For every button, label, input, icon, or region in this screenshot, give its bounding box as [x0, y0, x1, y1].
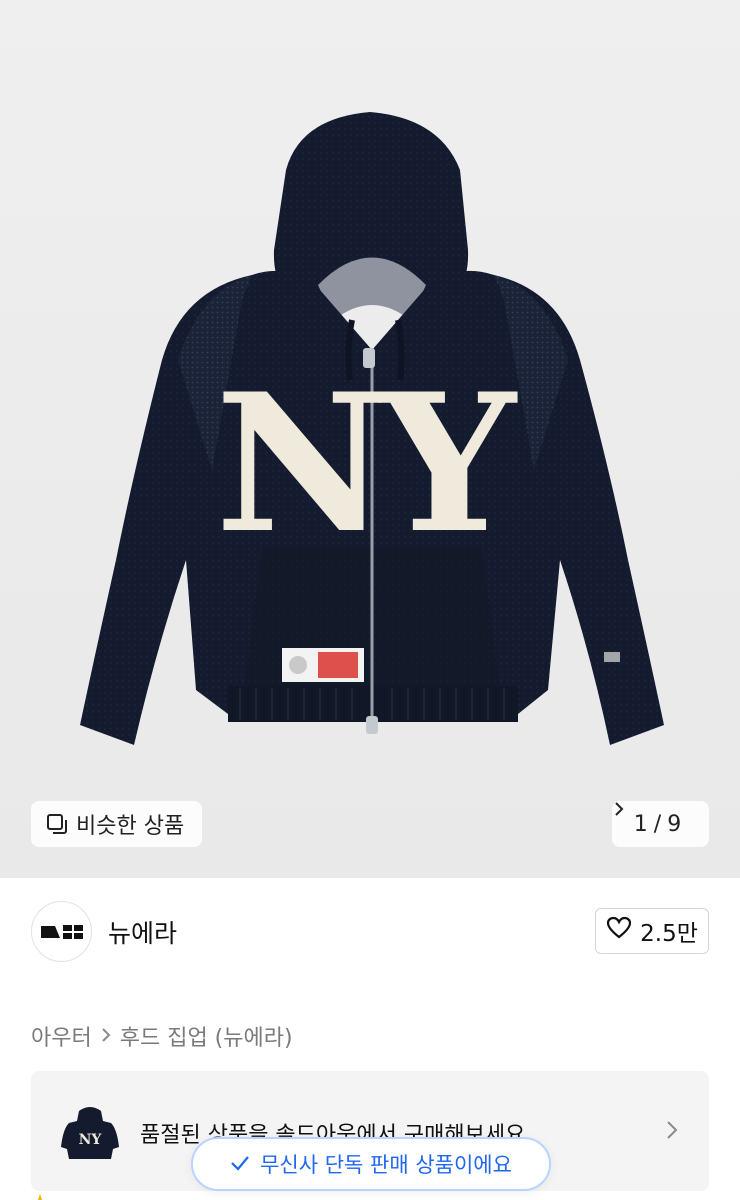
similar-items-icon [46, 813, 68, 835]
brand-row: 뉴에라 2.5만 [0, 878, 740, 988]
breadcrumb-item-outer[interactable]: 아우터 [31, 1020, 92, 1052]
gallery-separator: / [653, 811, 662, 837]
similar-products-label: 비슷한 상품 [76, 814, 185, 839]
new-era-logo-icon [40, 924, 83, 939]
check-icon [230, 1152, 250, 1176]
breadcrumb-item-hood-zipup[interactable]: 후드 집업 (뉴에라) [120, 1020, 293, 1052]
brand-name[interactable]: 뉴에라 [108, 914, 177, 950]
hoodie-product-image: N Y [80, 112, 664, 745]
gallery-counter-button[interactable]: 1 / 9 [612, 801, 709, 847]
chevron-right-icon [665, 1119, 679, 1145]
exclusive-sale-label: 무신사 단독 판매 상품이에요 [260, 1153, 512, 1177]
svg-text:NY: NY [79, 1132, 103, 1148]
exclusive-sale-toast[interactable]: 무신사 단독 판매 상품이에요 [191, 1137, 551, 1191]
soldout-product-thumbnail: NY [61, 1107, 119, 1159]
gallery-total: 9 [667, 811, 682, 837]
similar-products-button[interactable]: 비슷한 상품 [31, 801, 202, 847]
rating-row-partial [31, 1192, 231, 1200]
gallery-current-index: 1 [633, 811, 648, 837]
product-image-gallery[interactable]: N Y 비슷한 상품 1 / 9 [0, 0, 740, 878]
hoodie-letter-y: Y [378, 352, 518, 575]
like-count: 2.5만 [640, 921, 698, 947]
brand-logo[interactable] [31, 901, 92, 962]
heart-icon [606, 916, 632, 946]
star-icon [32, 1194, 48, 1200]
like-button[interactable]: 2.5만 [595, 908, 709, 954]
hoodie-letter-n: N [215, 352, 389, 575]
chevron-right-icon [100, 1024, 112, 1049]
breadcrumb: 아우터 후드 집업 (뉴에라) [31, 1020, 293, 1052]
